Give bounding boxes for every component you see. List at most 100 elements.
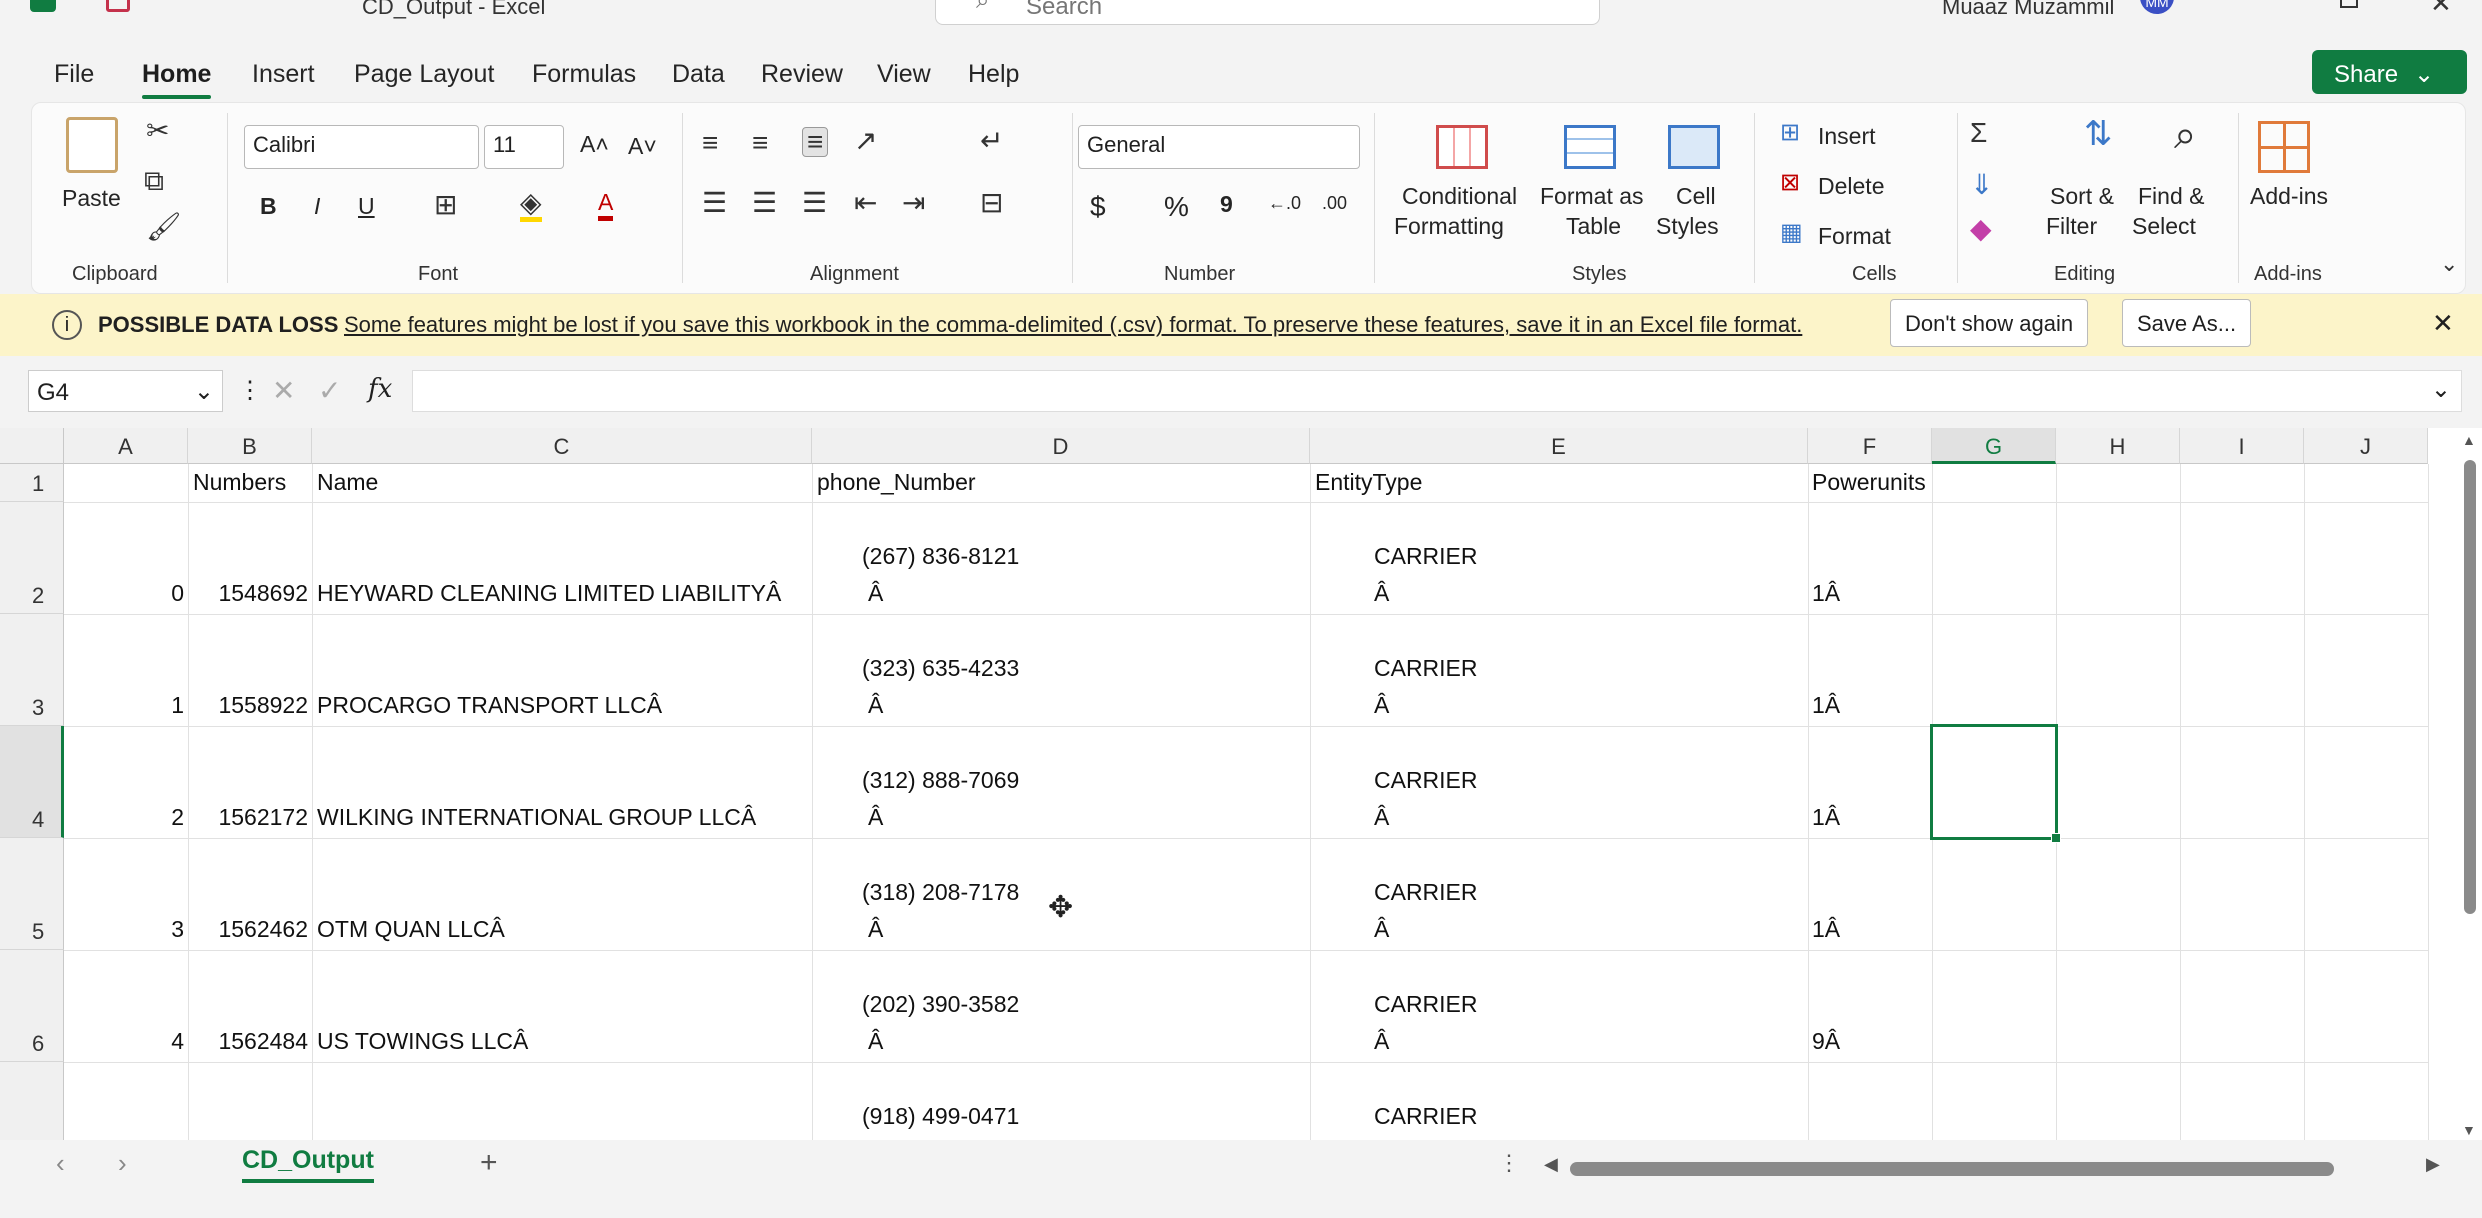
next-sheet-icon[interactable]: › xyxy=(118,1148,127,1179)
cell-a2[interactable]: 0 xyxy=(64,575,184,612)
cell-e5[interactable]: CARRIER xyxy=(1374,874,1478,911)
cell-e3[interactable]: CARRIER xyxy=(1374,650,1478,687)
close-window-icon[interactable]: ✕ xyxy=(2430,0,2452,19)
cell-e2[interactable]: CARRIER xyxy=(1374,538,1478,575)
orientation-icon[interactable]: ↗ xyxy=(854,127,877,155)
decrease-indent-icon[interactable]: ⇤ xyxy=(854,189,877,217)
insert-cells-button[interactable]: Insert xyxy=(1818,123,1876,150)
percent-button[interactable]: % xyxy=(1164,191,1189,223)
fill-icon[interactable]: ⇓ xyxy=(1970,171,1993,199)
scroll-up-icon[interactable]: ▲ xyxy=(2462,432,2476,448)
cell-d7[interactable]: (918) 499-0471 xyxy=(862,1098,1019,1135)
header-powerunits[interactable]: Powerunits xyxy=(1812,464,1926,501)
column-header-d[interactable]: D xyxy=(812,428,1310,464)
column-header-b[interactable]: B xyxy=(188,428,312,464)
row-header-4[interactable]: 4 xyxy=(0,726,64,838)
cell-f6[interactable]: 9Â xyxy=(1812,1023,1840,1060)
column-header-h[interactable]: H xyxy=(2056,428,2180,464)
insert-cells-icon[interactable]: ⊞ xyxy=(1780,121,1800,145)
bold-button[interactable]: B xyxy=(260,193,277,220)
cell-f3[interactable]: 1Â xyxy=(1812,687,1840,724)
cell-e3-line2[interactable]: Â xyxy=(1374,687,1389,724)
enter-icon[interactable]: ✓ xyxy=(318,374,341,407)
cell-b2[interactable]: 1548692 xyxy=(188,575,308,612)
column-header-f[interactable]: F xyxy=(1808,428,1932,464)
vertical-scrollbar[interactable]: ▲ ▼ xyxy=(2462,432,2478,1140)
copy-icon[interactable]: ⧉ xyxy=(144,167,164,195)
decrease-font-icon[interactable]: A˅ xyxy=(628,133,657,160)
cell-b6[interactable]: 1562484 xyxy=(188,1023,308,1060)
cell-d2-line2[interactable]: Â xyxy=(868,575,883,612)
infobar-message-link[interactable]: Some features might be lost if you save … xyxy=(344,312,1802,338)
autosum-icon[interactable]: Σ xyxy=(1970,119,1987,147)
cell-e4[interactable]: CARRIER xyxy=(1374,762,1478,799)
header-name[interactable]: Name xyxy=(317,464,378,501)
cell-styles-button-2[interactable]: Styles xyxy=(1656,213,1719,240)
fill-color-icon[interactable]: ◈ xyxy=(520,189,542,222)
tab-data[interactable]: Data xyxy=(672,60,725,89)
format-as-table-icon[interactable] xyxy=(1564,125,1616,169)
merge-center-icon[interactable]: ⊟ xyxy=(980,189,1003,217)
chevron-down-icon[interactable]: ⌄ xyxy=(194,377,214,406)
find-select-button-1[interactable]: Find & xyxy=(2138,183,2204,210)
tab-file[interactable]: File xyxy=(54,60,94,89)
add-sheet-icon[interactable]: + xyxy=(480,1146,498,1180)
cell-c4[interactable]: WILKING INTERNATIONAL GROUP LLCÂ xyxy=(317,799,756,836)
delete-cells-icon[interactable]: ⊠ xyxy=(1780,171,1800,195)
cell-e5-line2[interactable]: Â xyxy=(1374,911,1389,948)
cell-d6[interactable]: (202) 390-3582 xyxy=(862,986,1019,1023)
delete-cells-button[interactable]: Delete xyxy=(1818,173,1884,200)
underline-button[interactable]: U xyxy=(358,193,375,220)
tab-home[interactable]: Home xyxy=(142,60,212,99)
add-ins-icon[interactable] xyxy=(2258,121,2310,173)
conditional-formatting-icon[interactable] xyxy=(1436,125,1488,169)
cell-e6[interactable]: CARRIER xyxy=(1374,986,1478,1023)
increase-decimal-icon[interactable]: ←.0 xyxy=(1268,193,1301,214)
align-middle-icon[interactable]: ≡ xyxy=(752,129,768,157)
align-top-icon[interactable]: ≡ xyxy=(702,129,718,157)
increase-font-icon[interactable]: A˄ xyxy=(580,131,609,158)
clear-icon[interactable]: ◆ xyxy=(1970,215,1992,243)
header-entity-type[interactable]: EntityType xyxy=(1315,464,1422,501)
collapse-ribbon-icon[interactable]: ⌄ xyxy=(2440,253,2458,275)
save-as-button[interactable]: Save As... xyxy=(2122,299,2252,347)
cell-d2[interactable]: (267) 836-8121 xyxy=(862,538,1019,575)
italic-button[interactable]: I xyxy=(314,193,320,220)
restore-icon[interactable] xyxy=(2340,0,2358,8)
cell-c2[interactable]: HEYWARD CLEANING LIMITED LIABILITYÂ xyxy=(317,575,781,612)
close-infobar-icon[interactable]: ✕ xyxy=(2432,308,2454,339)
conditional-formatting-button-1[interactable]: Conditional xyxy=(1402,183,1517,210)
header-numbers[interactable]: Numbers xyxy=(193,464,286,501)
align-center-icon[interactable]: ☰ xyxy=(752,189,777,217)
wrap-text-icon[interactable]: ↵ xyxy=(980,127,1003,155)
sort-filter-button-1[interactable]: Sort & xyxy=(2050,183,2114,210)
insert-function-icon[interactable]: fx xyxy=(368,374,392,404)
cell-e4-line2[interactable]: Â xyxy=(1374,799,1389,836)
cell-d3-line2[interactable]: Â xyxy=(868,687,883,724)
sheet-tab-cd-output[interactable]: CD_Output xyxy=(224,1146,392,1183)
cut-icon[interactable]: ✂ xyxy=(146,117,169,145)
share-button[interactable]: Share ⌄ xyxy=(2312,50,2467,94)
paste-button[interactable]: Paste xyxy=(62,185,121,212)
align-bottom-icon[interactable]: ≡ xyxy=(802,127,829,157)
conditional-formatting-button-2[interactable]: Formatting xyxy=(1394,213,1504,240)
column-header-j[interactable]: J xyxy=(2304,428,2428,464)
cell-e7[interactable]: CARRIER xyxy=(1374,1098,1478,1135)
font-name-select[interactable]: Calibri xyxy=(244,125,479,169)
comma-button[interactable]: 9 xyxy=(1220,191,1233,218)
more-icon[interactable]: ⋮ xyxy=(238,376,262,405)
row-header-1[interactable]: 1 xyxy=(0,464,64,502)
format-cells-icon[interactable]: ▦ xyxy=(1780,221,1803,245)
row-header-3[interactable]: 3 xyxy=(0,614,64,726)
cell-d4[interactable]: (312) 888-7069 xyxy=(862,762,1019,799)
tab-page-layout[interactable]: Page Layout xyxy=(354,60,494,89)
align-left-icon[interactable]: ☰ xyxy=(702,189,727,217)
cell-b3[interactable]: 1558922 xyxy=(188,687,308,724)
sort-filter-icon[interactable]: ⇅ xyxy=(2084,117,2113,151)
format-painter-icon[interactable]: 🖌 xyxy=(146,213,182,241)
vertical-scroll-thumb[interactable] xyxy=(2464,460,2476,914)
cell-d6-line2[interactable]: Â xyxy=(868,1023,883,1060)
previous-sheet-icon[interactable]: ‹ xyxy=(56,1148,65,1179)
formula-input[interactable]: ⌄ xyxy=(412,370,2462,412)
selected-cell-g4[interactable] xyxy=(1930,724,2061,843)
